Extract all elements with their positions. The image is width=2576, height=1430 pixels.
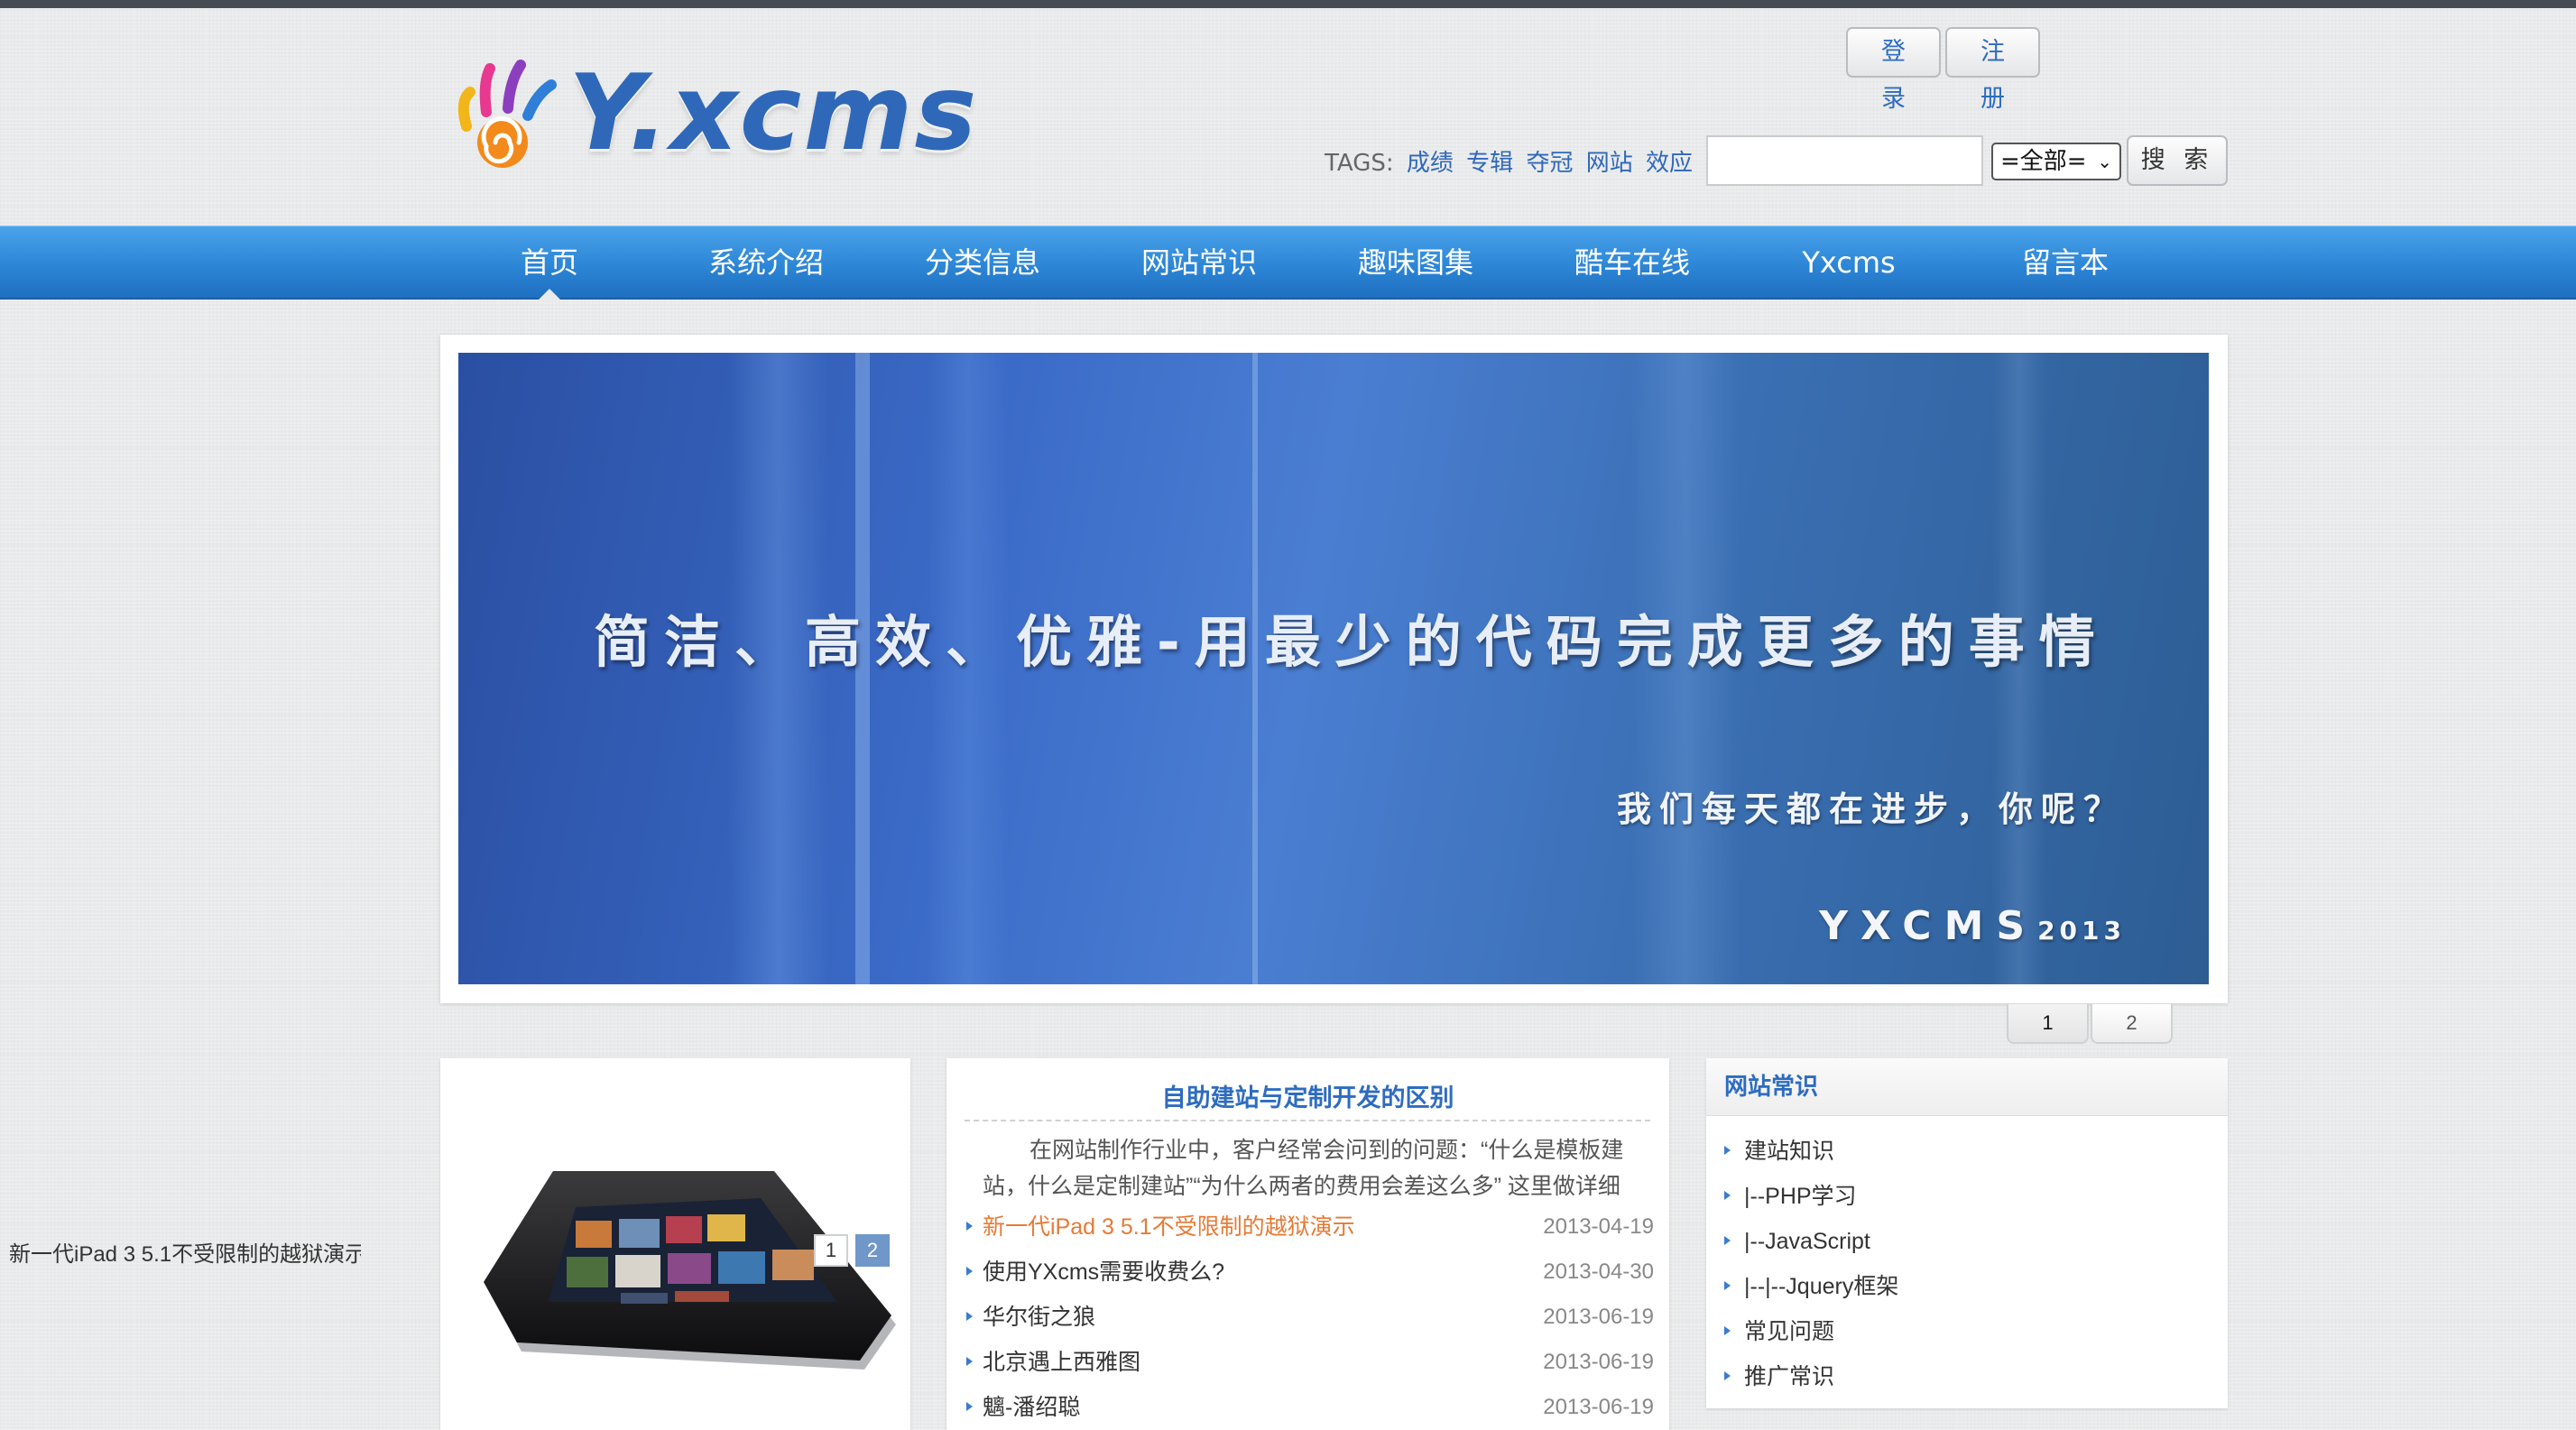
nav-item-web-knowledge[interactable]: 网站常识 [1091,226,1307,299]
register-button[interactable]: 注册 [1945,27,2040,113]
banner-slider: 简洁、高效、优雅-用最少的代码完成更多的事情 我们每天都在进步，你呢？ YXCM… [440,335,2228,1003]
news-title[interactable]: 北京遇上西雅图 [983,1350,1140,1375]
sidebar-item-javascript[interactable]: |--JavaScript [1721,1219,1898,1264]
banner-slide[interactable]: 简洁、高效、优雅-用最少的代码完成更多的事情 我们每天都在进步，你呢？ YXCM… [458,353,2209,984]
logo-wordmark: Y.xcms [568,52,979,174]
search-category-select[interactable]: =全部= ⌄ [1991,143,2121,180]
nav-item-gallery[interactable]: 趣味图集 [1307,226,1524,299]
news-title[interactable]: 新一代iPad 3 5.1不受限制的越狱演示 [983,1214,1355,1240]
tag-link[interactable]: 专辑 [1466,150,1513,177]
news-date: 2013-04-19 [1543,1214,1654,1239]
tags-bar: TAGS: 成绩 专辑 夺冠 网站 效应 ... [1325,144,1728,178]
news-date: 2013-04-30 [1543,1259,1654,1284]
tag-link[interactable]: 效应 [1646,150,1693,177]
nav-item-yxcms[interactable]: Yxcms [1740,226,1957,299]
news-list: 新一代iPad 3 5.1不受限制的越狱演示 2013-04-19 使用YXcm… [963,1204,1657,1430]
banner-brand: YXCMS2013 [1819,903,2126,949]
banner-brand-year: 2013 [2037,916,2126,946]
sidebar-item-jquery[interactable]: |--|--Jquery框架 [1721,1264,1898,1309]
slide-pager-1[interactable]: 1 [2007,1004,2089,1044]
news-title[interactable]: 使用YXcms需要收费么? [983,1259,1224,1285]
list-item[interactable]: 使用YXcms需要收费么? 2013-04-30 [963,1250,1657,1295]
sidebar-item-promotion[interactable]: 推广常识 [1721,1354,1898,1399]
category-sidebar: 网站常识 建站知识 |--PHP学习 |--JavaScript |--|--J… [1706,1058,2228,1408]
sidebar-item-faq[interactable]: 常见问题 [1721,1309,1898,1354]
category-list: 建站知识 |--PHP学习 |--JavaScript |--|--Jquery… [1721,1129,1898,1399]
news-title[interactable]: 华尔街之狼 [983,1305,1095,1330]
banner-brand-name: YXCMS [1819,903,2038,949]
article-panel: 自助建站与定制开发的区别 在网站制作行业中，客户经常会问到的问题：“什么是模板建… [946,1058,1669,1430]
news-date: 2013-06-19 [1543,1395,1654,1419]
hand-swirl-logo-icon [457,60,557,168]
search-button[interactable]: 搜 索 [2127,135,2228,186]
main-nav: 首页 系统介绍 分类信息 网站常识 趣味图集 酷车在线 Yxcms 留言本 [0,226,2576,300]
nav-item-home[interactable]: 首页 [441,226,658,300]
tag-link[interactable]: 夺冠 [1526,150,1573,177]
divider [965,1120,1650,1121]
nav-item-cars[interactable]: 酷车在线 [1524,226,1740,299]
article-excerpt: 在网站制作行业中，客户经常会问到的问题：“什么是模板建站，什么是定制建站”“为什… [983,1138,1624,1199]
nav-item-classifieds[interactable]: 分类信息 [874,226,1091,299]
banner-subline: 我们每天都在进步，你呢？ [1616,789,2126,829]
search-input[interactable] [1706,135,1983,186]
list-item[interactable]: 新一代iPad 3 5.1不受限制的越狱演示 2013-04-19 [963,1204,1657,1250]
sidebar-item-php[interactable]: |--PHP学习 [1721,1174,1898,1219]
tag-link[interactable]: 成绩 [1407,150,1454,177]
sidebar-item-site-building[interactable]: 建站知识 [1721,1129,1898,1174]
news-date: 2013-06-19 [1543,1305,1654,1329]
list-item[interactable]: 魑-潘绍聪 2013-06-19 [963,1385,1657,1430]
list-item[interactable]: 北京遇上西雅图 2013-06-19 [963,1340,1657,1385]
banner-headline: 简洁、高效、优雅-用最少的代码完成更多的事情 [594,609,2110,675]
login-button[interactable]: 登录 [1846,27,1941,113]
nav-item-system-intro[interactable]: 系统介绍 [658,226,874,299]
tags-label: TAGS: [1325,150,1394,177]
article-title[interactable]: 自助建站与定制开发的区别 [946,1078,1669,1113]
featured-caption[interactable]: 新一代iPad 3 5.1不受限制的越狱演示 [9,1236,361,1268]
featured-pager-2[interactable]: 2 [855,1234,890,1267]
list-item[interactable]: 华尔街之狼 2013-06-19 [963,1295,1657,1340]
featured-pager-1[interactable]: 1 [814,1234,848,1267]
chevron-down-icon: ⌄ [2097,151,2112,172]
sidebar-title: 网站常识 [1706,1058,2228,1116]
site-logo[interactable]: Y.xcms [447,56,976,173]
news-title[interactable]: 魑-潘绍聪 [983,1395,1080,1420]
news-date: 2013-06-19 [1543,1350,1654,1374]
top-border-bar [0,0,2576,8]
nav-item-guestbook[interactable]: 留言本 [1957,226,2174,299]
tag-link[interactable]: 网站 [1586,150,1633,177]
search-category-value: =全部= [2000,148,2087,175]
slide-pager-2[interactable]: 2 [2091,1004,2173,1044]
